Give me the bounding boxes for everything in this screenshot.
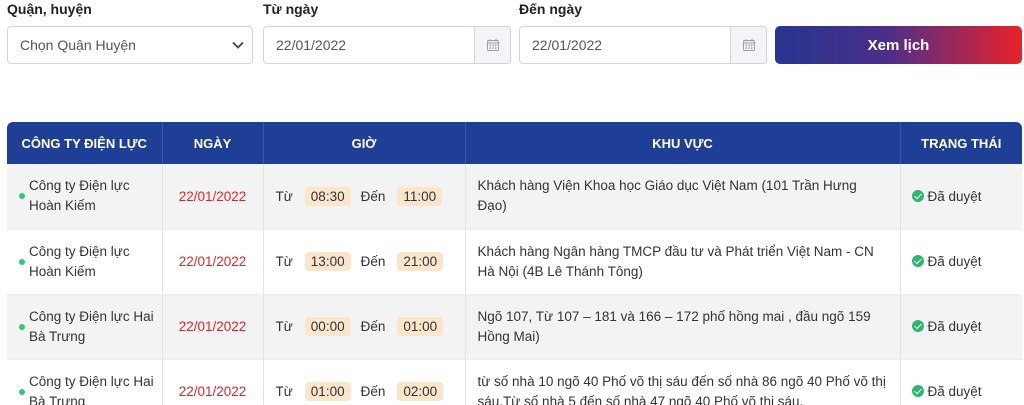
district-select[interactable]: Chọn Quận Huyện — [7, 26, 253, 64]
company-cell: Công ty Điện lực Hai Bà Trưng — [7, 307, 162, 347]
status-cell: Đã duyệt — [900, 164, 1022, 230]
status-cell: Đã duyệt — [900, 359, 1022, 405]
area-cell: Ngõ 107, Từ 107 – 181 và 166 – 172 phố h… — [465, 294, 901, 360]
time-cell: Từ 01:00 Đến 02:00 — [263, 359, 466, 405]
status-dot-icon — [19, 258, 25, 265]
header-area: KHU VỰC — [465, 122, 901, 164]
end-time: 02:00 — [397, 382, 444, 401]
end-time: 21:00 — [397, 252, 444, 271]
time-cell: Từ 08:30 Đến 11:00 — [263, 164, 466, 230]
header-status: TRẠNG THÁI — [900, 122, 1022, 164]
calendar-icon[interactable] — [730, 27, 766, 63]
status-dot-icon — [19, 323, 25, 330]
status-dot-icon — [19, 193, 25, 200]
company-cell: Công ty Điện lực Hoàn Kiếm — [7, 176, 162, 216]
status-cell: Đã duyệt — [900, 294, 1022, 360]
outage-schedule-table: CÔNG TY ĐIỆN LỰC NGÀY GIỜ KHU VỰC TRẠNG … — [7, 122, 1022, 405]
table-row: Công ty Điện lực Hoàn Kiếm 22/01/2022 Từ… — [7, 164, 1022, 230]
time-cell: Từ 13:00 Đến 21:00 — [263, 229, 466, 295]
district-label: Quận, huyện — [7, 1, 92, 17]
to-date-value: 22/01/2022 — [532, 37, 603, 53]
view-schedule-button[interactable]: Xem lịch — [775, 26, 1022, 64]
from-date-field[interactable]: 22/01/2022 — [263, 26, 511, 64]
district-select-value: Chọn Quận Huyện — [20, 37, 136, 53]
date-cell: 22/01/2022 — [162, 294, 264, 360]
check-circle-icon — [911, 189, 924, 202]
table-header-row: CÔNG TY ĐIỆN LỰC NGÀY GIỜ KHU VỰC TRẠNG … — [7, 122, 1022, 164]
start-time: 00:00 — [304, 317, 351, 336]
check-circle-icon — [911, 255, 924, 267]
header-date: NGÀY — [162, 122, 264, 164]
header-time: GIỜ — [263, 122, 466, 164]
start-time: 13:00 — [304, 252, 351, 271]
area-cell: Khách hàng Viện Khoa học Giáo dục Việt N… — [465, 164, 901, 230]
time-cell: Từ 00:00 Đến 01:00 — [263, 294, 466, 360]
check-circle-icon — [911, 385, 924, 397]
from-date-value: 22/01/2022 — [276, 37, 347, 53]
date-cell: 22/01/2022 — [162, 359, 264, 405]
from-date-label: Từ ngày — [263, 1, 319, 17]
status-dot-icon — [19, 388, 25, 395]
table-row: Công ty Điện lực Hai Bà Trưng 22/01/2022… — [7, 294, 1022, 360]
header-company: CÔNG TY ĐIỆN LỰC — [7, 122, 163, 164]
area-cell: từ số nhà 10 ngõ 40 Phố võ thị sáu đến s… — [465, 359, 901, 405]
table-row: Công ty Điện lực Hai Bà Trưng 22/01/2022… — [7, 359, 1022, 405]
to-date-field[interactable]: 22/01/2022 — [519, 26, 767, 64]
calendar-icon[interactable] — [474, 27, 510, 63]
to-date-label: Đến ngày — [519, 1, 583, 17]
end-time: 01:00 — [397, 317, 444, 336]
area-cell: Khách hàng Ngân hàng TMCP đầu tư và Phát… — [465, 229, 901, 295]
status-cell: Đã duyệt — [900, 229, 1022, 295]
start-time: 01:00 — [304, 382, 351, 401]
start-time: 08:30 — [304, 186, 351, 206]
end-time: 11:00 — [397, 186, 443, 206]
check-circle-icon — [911, 320, 924, 332]
date-cell: 22/01/2022 — [162, 164, 264, 230]
chevron-down-icon — [224, 41, 252, 49]
table-row: Công ty Điện lực Hoàn Kiếm 22/01/2022 Từ… — [7, 229, 1022, 295]
company-cell: Công ty Điện lực Hai Bà Trưng — [7, 372, 162, 405]
company-cell: Công ty Điện lực Hoàn Kiếm — [7, 242, 162, 282]
date-cell: 22/01/2022 — [162, 229, 264, 295]
